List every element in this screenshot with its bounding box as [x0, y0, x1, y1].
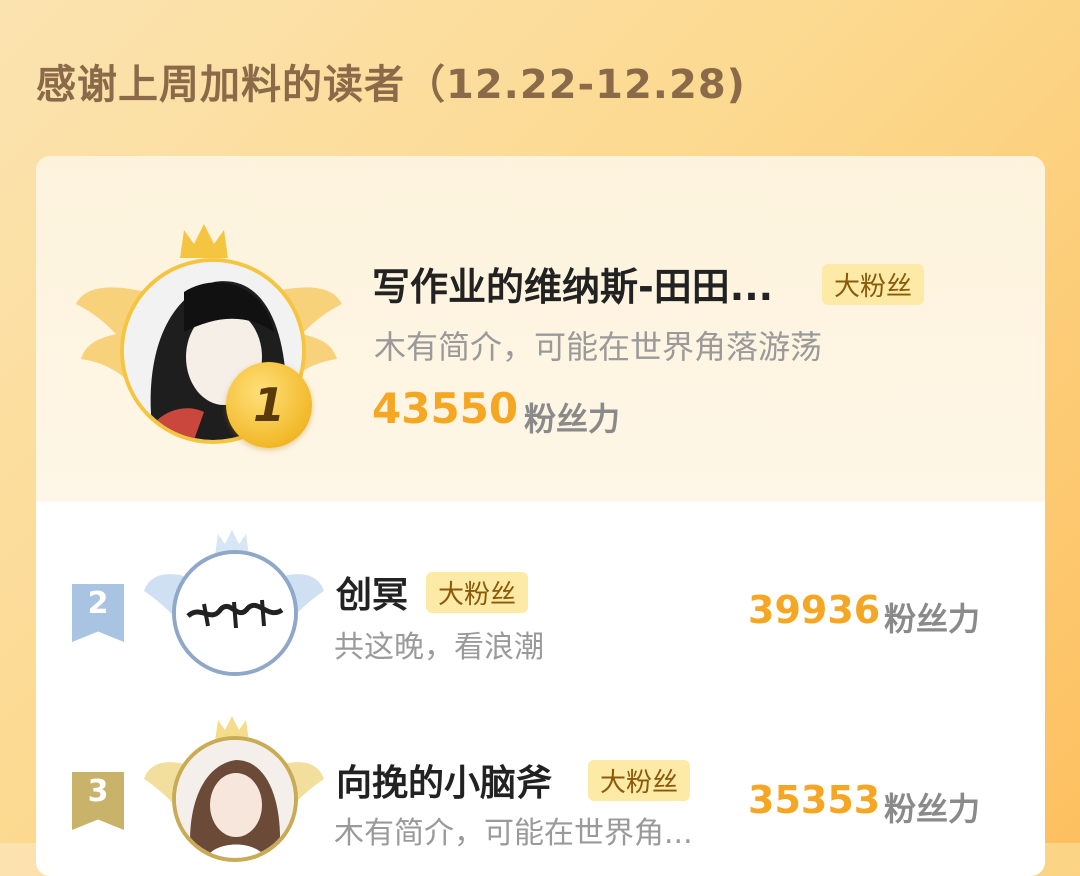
leaderboard-card: 1 写作业的维纳斯-田田... 大粉丝 木有简介，可能在世界角落游荡 43550…: [36, 156, 1045, 876]
fan-power-score: 39936: [748, 588, 881, 632]
page-title: 感谢上周加料的读者（12.22-12.28): [36, 62, 746, 108]
reader-name[interactable]: 向挽的小脑斧: [336, 754, 552, 806]
fan-tag: 大粉丝: [426, 572, 529, 613]
reader-name[interactable]: 写作业的维纳斯-田田...: [372, 256, 773, 311]
calligraphy-avatar-image: [176, 554, 294, 672]
fan-power-score: 43550: [372, 384, 519, 433]
top-reader-entry[interactable]: 1 写作业的维纳斯-田田... 大粉丝 木有简介，可能在世界角落游荡 43550…: [36, 156, 1045, 518]
rank-flag: 3: [72, 772, 124, 830]
fan-power-score: 35353: [748, 778, 881, 822]
fan-tag: 大粉丝: [588, 760, 691, 801]
fan-tag: 大粉丝: [822, 264, 925, 305]
reader-bio: 共这晚，看浪潮: [334, 630, 544, 665]
reader-row[interactable]: 2 创冥 大粉丝 共这晚，看浪潮 39936 粉丝力: [36, 518, 1045, 698]
reader-name[interactable]: 创冥: [336, 566, 408, 618]
crown-icon: [180, 224, 228, 258]
reader-bio: 木有简介，可能在世界角...: [334, 816, 693, 851]
reader-row[interactable]: 3 向挽的小脑斧 大粉丝 木有简介，可能在世界角... 35353 粉丝力: [36, 708, 1045, 876]
rank-badge: 1: [226, 362, 312, 448]
avatar[interactable]: [172, 736, 298, 862]
fan-power-unit: 粉丝力: [524, 400, 621, 438]
fan-power-unit: 粉丝力: [884, 600, 981, 638]
reader-bio: 木有简介，可能在世界角落游荡: [374, 328, 823, 366]
avatar-illustration: [176, 740, 294, 858]
avatar[interactable]: [172, 550, 298, 676]
fan-power-unit: 粉丝力: [884, 790, 981, 828]
rank-flag: 2: [72, 584, 124, 642]
